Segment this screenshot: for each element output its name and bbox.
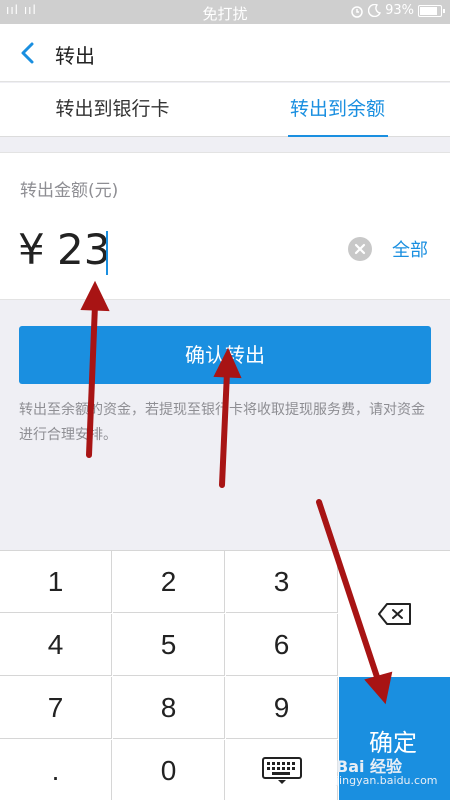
key-2[interactable]: 2: [113, 551, 225, 613]
nav-bar: 转出: [0, 24, 450, 82]
key-9[interactable]: 9: [226, 677, 338, 739]
battery-percent: 93%: [385, 3, 414, 18]
ok-label: 确定: [369, 729, 417, 757]
all-amount-link[interactable]: 全部: [392, 236, 428, 262]
alarm-icon: [351, 5, 363, 18]
keyboard-icon: [261, 757, 302, 784]
tab-bar: 转出到银行卡 转出到余额: [0, 83, 450, 137]
status-bar: ııl ııl 免打扰 93%: [0, 0, 450, 24]
amount-card: 转出金额(元) ¥ 23 全部: [0, 152, 450, 300]
confirm-transfer-button[interactable]: 确认转出: [19, 326, 431, 384]
key-3[interactable]: 3: [226, 551, 338, 613]
amount-label: 转出金额(元): [20, 181, 119, 201]
key-5[interactable]: 5: [113, 614, 225, 676]
backspace-button[interactable]: [339, 551, 450, 677]
currency-symbol: ¥: [18, 225, 45, 274]
watermark: Bai 经验 jingyan.baidu.com: [336, 757, 438, 788]
watermark-url: jingyan.baidu.com: [336, 774, 438, 787]
watermark-brand: Bai 经验: [336, 757, 403, 776]
close-icon: [354, 243, 366, 255]
active-tab-indicator: [288, 135, 388, 137]
key-dot[interactable]: .: [0, 740, 112, 800]
status-right: 93%: [350, 3, 445, 18]
amount-input[interactable]: 23: [57, 225, 110, 274]
tab-label: 转出到余额: [289, 98, 385, 120]
tab-to-bank-card[interactable]: 转出到银行卡: [0, 83, 225, 137]
back-button[interactable]: [14, 38, 42, 68]
chevron-left-icon: [21, 42, 34, 64]
key-4[interactable]: 4: [0, 614, 112, 676]
fee-notice: 转出至余额的资金，若提现至银行卡将收取提现服务费，请对资金进行合理安排。: [19, 402, 425, 443]
key-7[interactable]: 7: [0, 677, 112, 739]
key-8[interactable]: 8: [113, 677, 225, 739]
tab-label: 转出到银行卡: [55, 98, 170, 120]
battery-icon: [418, 4, 445, 17]
key-0[interactable]: 0: [113, 740, 225, 800]
backspace-icon: [378, 603, 411, 625]
page-title: 转出: [55, 44, 95, 68]
moon-icon: [368, 4, 382, 17]
tab-to-balance[interactable]: 转出到余额: [225, 83, 450, 137]
hide-keyboard-button[interactable]: [226, 740, 338, 800]
key-1[interactable]: 1: [0, 551, 112, 613]
text-cursor: [106, 231, 108, 275]
clear-amount-button[interactable]: [348, 237, 372, 261]
key-6[interactable]: 6: [226, 614, 338, 676]
